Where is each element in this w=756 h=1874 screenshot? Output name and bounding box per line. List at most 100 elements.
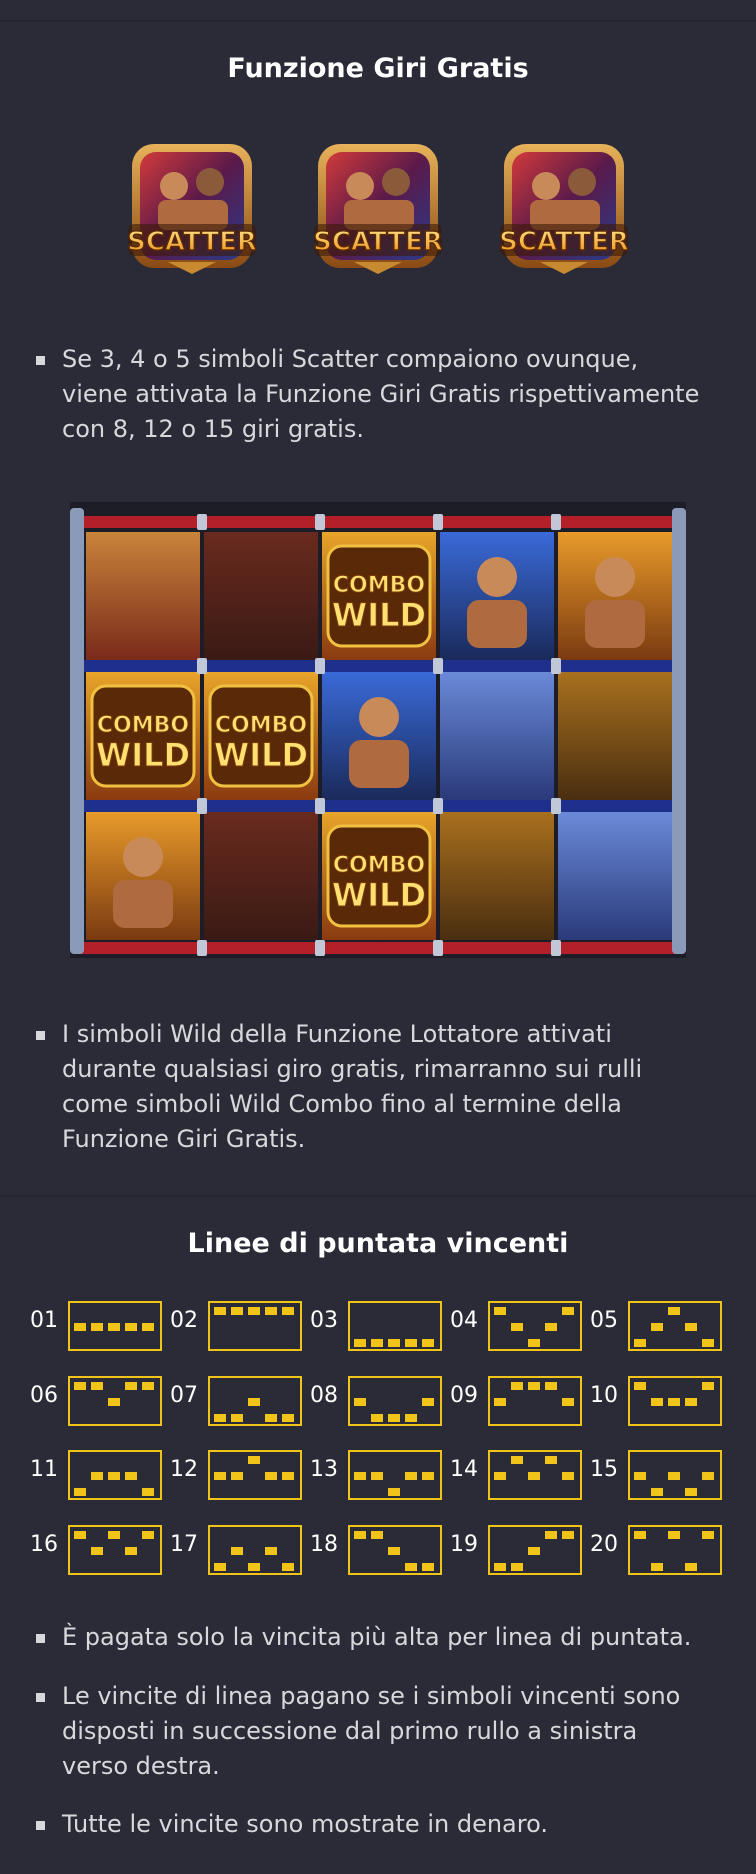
payline-cell xyxy=(231,1547,243,1555)
payline-cell xyxy=(545,1323,557,1331)
payline-cell xyxy=(214,1563,226,1571)
payline-cell xyxy=(265,1472,277,1480)
ring-rope xyxy=(70,942,686,954)
payline-pattern xyxy=(488,1376,582,1426)
payline-cell xyxy=(685,1323,697,1331)
bullet-line: I simboli Wild della Funzione Lottatore … xyxy=(62,1020,612,1048)
bullet-icon xyxy=(36,1821,45,1830)
payline-cell xyxy=(668,1398,680,1406)
ring-post xyxy=(672,508,686,954)
payline-cell xyxy=(354,1472,366,1480)
payline-cell xyxy=(494,1563,506,1571)
reels-example-image: COMBOWILDCOMBOWILDCOMBOWILDCOMBOWILD xyxy=(70,502,686,958)
payline-cell xyxy=(511,1382,523,1390)
rope-clip xyxy=(197,658,207,674)
payline-cell xyxy=(668,1531,680,1539)
payline-cell xyxy=(668,1307,680,1315)
payline-cell xyxy=(511,1456,523,1464)
payline-cell xyxy=(545,1531,557,1539)
payline-cell xyxy=(214,1414,226,1422)
payline-number: 20 xyxy=(590,1532,618,1557)
payline-item: 16 xyxy=(30,1525,166,1579)
payline-pattern xyxy=(488,1301,582,1351)
bullet-line: Funzione Giri Gratis. xyxy=(62,1125,306,1153)
payline-number: 16 xyxy=(30,1532,58,1557)
payline-cell xyxy=(371,1414,383,1422)
payline-cell xyxy=(634,1531,646,1539)
payline-number: 09 xyxy=(450,1383,478,1408)
payline-cell xyxy=(668,1472,680,1480)
payline-cell xyxy=(248,1398,260,1406)
payline-number: 17 xyxy=(170,1532,198,1557)
payline-item: 02 xyxy=(170,1301,306,1355)
payline-cell xyxy=(231,1414,243,1422)
payline-cell xyxy=(634,1382,646,1390)
ring-post xyxy=(70,508,84,954)
payline-cell xyxy=(248,1456,260,1464)
bullet-icon xyxy=(36,356,45,365)
payline-cell xyxy=(91,1323,103,1331)
payline-pattern xyxy=(488,1525,582,1575)
payline-item: 18 xyxy=(310,1525,446,1579)
payline-cell xyxy=(142,1323,154,1331)
payline-number: 03 xyxy=(310,1308,338,1333)
payline-pattern xyxy=(68,1301,162,1351)
payline-cell xyxy=(248,1563,260,1571)
rope-clip xyxy=(315,798,325,814)
rope-clip xyxy=(315,940,325,956)
rope-clip xyxy=(433,514,443,530)
fighter-icon xyxy=(477,557,517,597)
payline-cell xyxy=(494,1472,506,1480)
payline-cell xyxy=(422,1339,434,1347)
paylines-bullet-3: Tutte le vincite sono mostrate in denaro… xyxy=(32,1807,732,1842)
svg-text:SCATTER: SCATTER xyxy=(314,227,442,257)
payline-cell xyxy=(354,1531,366,1539)
scatter-symbol-icon: SCATTER xyxy=(128,144,256,274)
payline-cell xyxy=(125,1472,137,1480)
payline-item: 10 xyxy=(590,1376,726,1430)
payline-number: 08 xyxy=(310,1383,338,1408)
payline-item: 13 xyxy=(310,1450,446,1504)
payline-cell xyxy=(562,1307,574,1315)
bullet-line: viene attivata la Funzione Giri Gratis r… xyxy=(62,380,700,408)
payline-number: 06 xyxy=(30,1383,58,1408)
bullet-line: verso destra. xyxy=(62,1752,220,1780)
paylines-title: Linee di puntata vincenti xyxy=(187,1228,569,1259)
payline-cell xyxy=(354,1398,366,1406)
payline-pattern xyxy=(68,1525,162,1575)
payline-cell xyxy=(265,1547,277,1555)
payline-pattern xyxy=(208,1450,302,1500)
scatter-symbol-icon: SCATTER xyxy=(500,144,628,274)
payline-cell xyxy=(528,1382,540,1390)
payline-cell xyxy=(511,1563,523,1571)
scatter-symbol-icon: SCATTER xyxy=(314,144,442,274)
payline-cell xyxy=(528,1339,540,1347)
bullet-line: disposti in successione dal primo rullo … xyxy=(62,1717,638,1745)
wild-label-wild: WILD xyxy=(96,736,190,774)
payline-pattern xyxy=(628,1525,722,1575)
payline-cell xyxy=(651,1488,663,1496)
payline-cell xyxy=(388,1488,400,1496)
payline-cell xyxy=(125,1323,137,1331)
paylines-bullet-1: È pagata solo la vincita più alta per li… xyxy=(32,1620,732,1655)
payline-number: 10 xyxy=(590,1383,618,1408)
payline-cell xyxy=(74,1531,86,1539)
payline-cell xyxy=(108,1472,120,1480)
payline-cell xyxy=(91,1472,103,1480)
payline-item: 14 xyxy=(450,1450,586,1504)
payline-pattern xyxy=(68,1376,162,1426)
payline-cell xyxy=(405,1339,417,1347)
payline-cell xyxy=(74,1323,86,1331)
payline-number: 07 xyxy=(170,1383,198,1408)
rope-clip xyxy=(197,514,207,530)
fighter-body xyxy=(113,880,173,928)
payline-cell xyxy=(371,1531,383,1539)
payline-item: 17 xyxy=(170,1525,306,1579)
payline-cell xyxy=(108,1531,120,1539)
payline-cell xyxy=(702,1382,714,1390)
rope-clip xyxy=(315,658,325,674)
fighter-icon xyxy=(595,557,635,597)
payline-number: 11 xyxy=(30,1457,58,1482)
bullet-line: come simboli Wild Combo fino al termine … xyxy=(62,1090,622,1118)
reel-cell-blur-dark xyxy=(204,812,318,940)
